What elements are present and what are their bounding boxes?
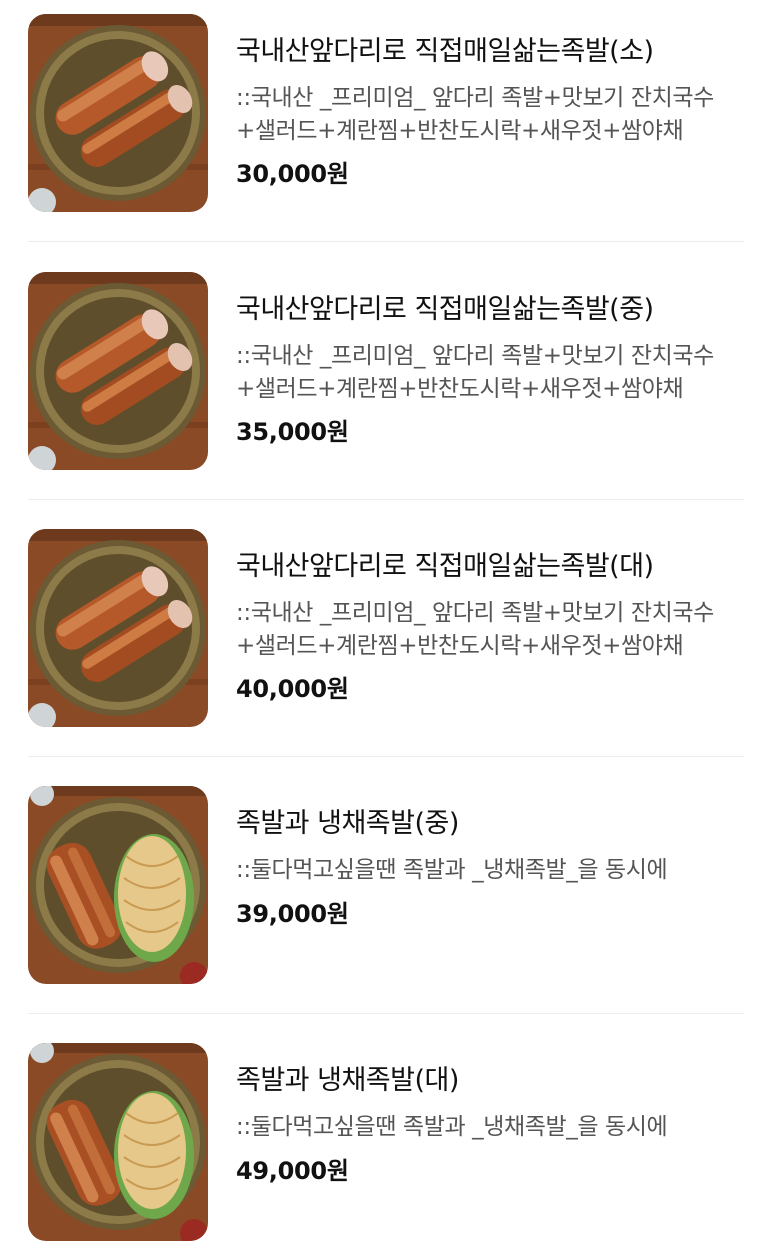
menu-item-title: 국내산앞다리로 직접매일삶는족발(중) bbox=[236, 294, 654, 325]
jokbal-plate-photo-icon bbox=[28, 529, 208, 727]
menu-item-description: ::국내산 _프리미엄_ 앞다리 족발+맛보기 잔치국수+샐러드+계란찜+반찬도… bbox=[236, 600, 714, 659]
jokbal-plate-photo-icon bbox=[28, 14, 208, 212]
menu-item-price: 39,000원 bbox=[236, 900, 349, 928]
menu-item[interactable]: 국내산앞다리로 직접매일삶는족발(중) ::국내산 _프리미엄_ 앞다리 족발+… bbox=[28, 272, 744, 472]
divider bbox=[28, 1013, 744, 1014]
menu-item-image bbox=[28, 14, 208, 212]
menu-item-price: 35,000원 bbox=[236, 418, 349, 446]
menu-item-title: 국내산앞다리로 직접매일삶는족발(소) bbox=[236, 36, 654, 67]
jokbal-plate-photo-icon bbox=[28, 272, 208, 470]
divider bbox=[28, 241, 744, 242]
menu-item-description: ::국내산 _프리미엄_ 앞다리 족발+맛보기 잔치국수+샐러드+계란찜+반찬도… bbox=[236, 343, 714, 402]
menu-item[interactable]: 국내산앞다리로 직접매일삶는족발(대) ::국내산 _프리미엄_ 앞다리 족발+… bbox=[28, 529, 744, 729]
menu-item-image bbox=[28, 529, 208, 727]
menu-item-image bbox=[28, 1043, 208, 1241]
menu-item-image bbox=[28, 786, 208, 984]
menu-item-title: 족발과 냉채족발(중) bbox=[236, 808, 459, 839]
menu-item-description: ::국내산 _프리미엄_ 앞다리 족발+맛보기 잔치국수+샐러드+계란찜+반찬도… bbox=[236, 85, 714, 144]
menu-item[interactable]: 족발과 냉채족발(중) ::둘다먹고싶을땐 족발과 _냉채족발_을 동시에 39… bbox=[28, 786, 744, 986]
menu-item-price: 30,000원 bbox=[236, 160, 349, 188]
jokbal-naengchae-plate-photo-icon bbox=[28, 786, 208, 984]
menu-item-title: 국내산앞다리로 직접매일삶는족발(대) bbox=[236, 551, 654, 582]
menu-item[interactable]: 족발과 냉채족발(대) ::둘다먹고싶을땐 족발과 _냉채족발_을 동시에 49… bbox=[28, 1043, 744, 1243]
divider bbox=[28, 499, 744, 500]
menu-item[interactable]: 국내산앞다리로 직접매일삶는족발(소) ::국내산 _프리미엄_ 앞다리 족발+… bbox=[28, 14, 744, 214]
jokbal-naengchae-plate-photo-icon bbox=[28, 1043, 208, 1241]
menu-item-title: 족발과 냉채족발(대) bbox=[236, 1065, 459, 1096]
menu-item-image bbox=[28, 272, 208, 470]
menu-item-description: ::둘다먹고싶을땐 족발과 _냉채족발_을 동시에 bbox=[236, 1114, 668, 1140]
menu-item-description: ::둘다먹고싶을땐 족발과 _냉채족발_을 동시에 bbox=[236, 857, 668, 883]
divider bbox=[28, 756, 744, 757]
menu-item-price: 49,000원 bbox=[236, 1157, 349, 1185]
menu-item-price: 40,000원 bbox=[236, 675, 349, 703]
